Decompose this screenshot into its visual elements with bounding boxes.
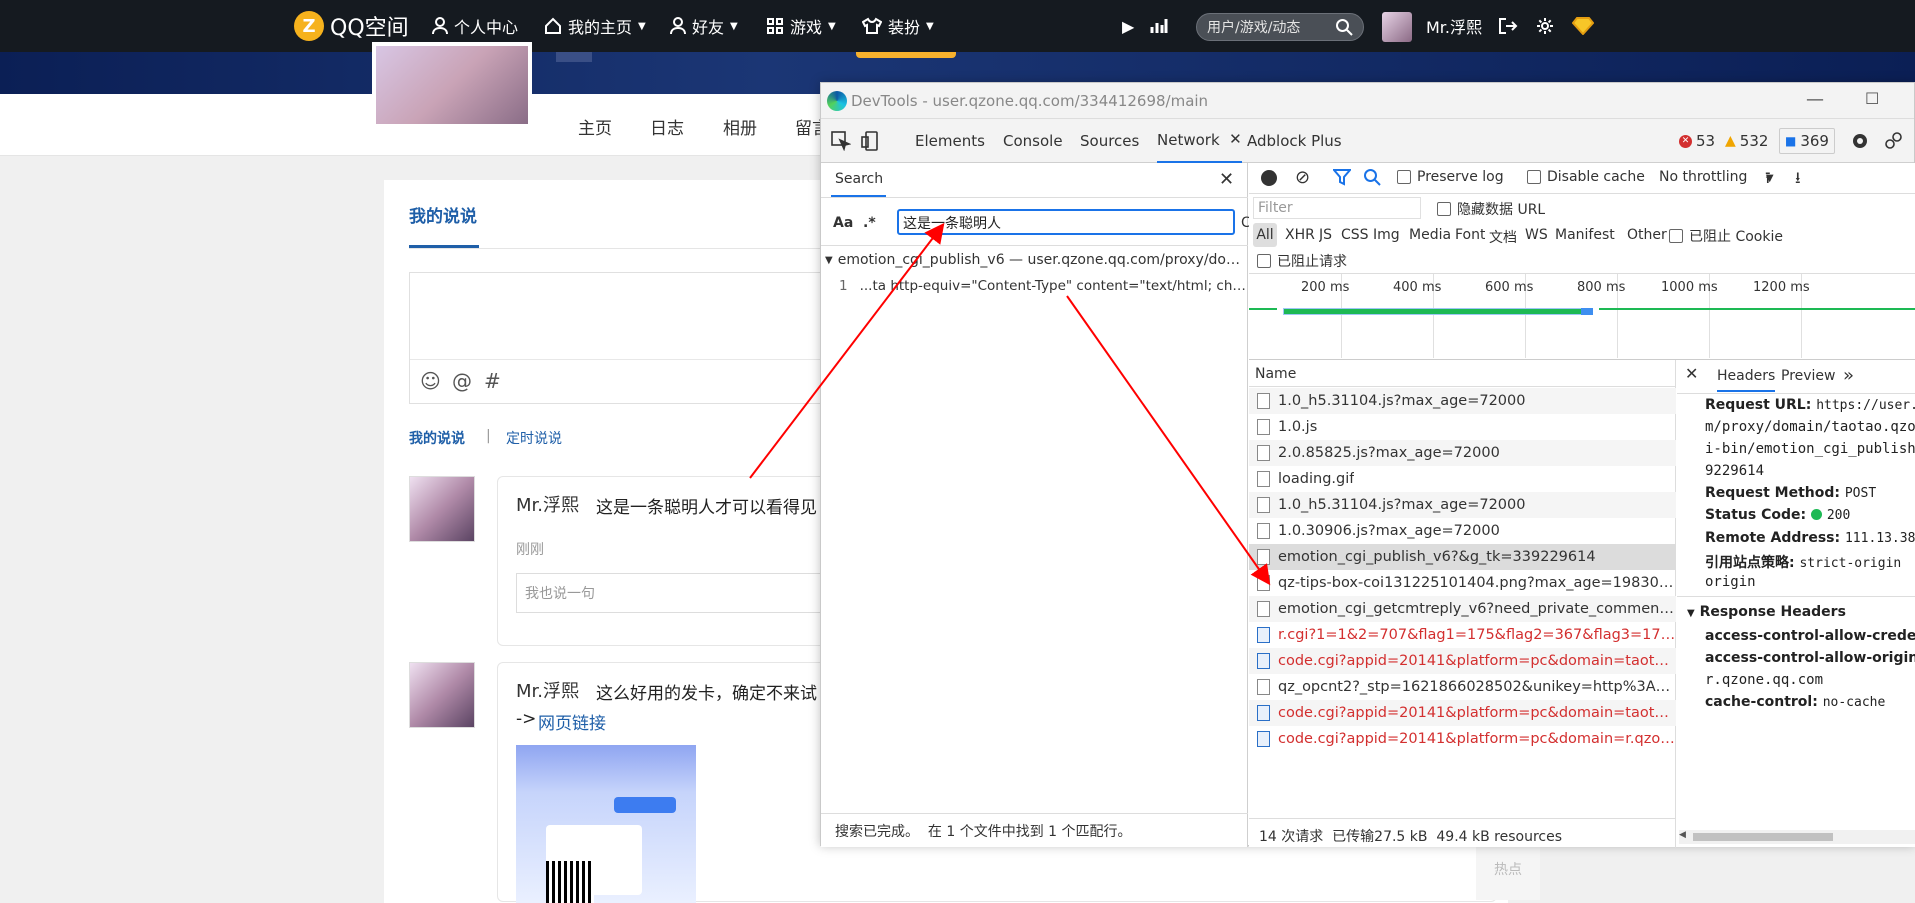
annotation-arrows <box>749 222 1271 586</box>
arrow-to-search-query <box>749 222 945 479</box>
arrow-to-request-row <box>1066 295 1271 586</box>
